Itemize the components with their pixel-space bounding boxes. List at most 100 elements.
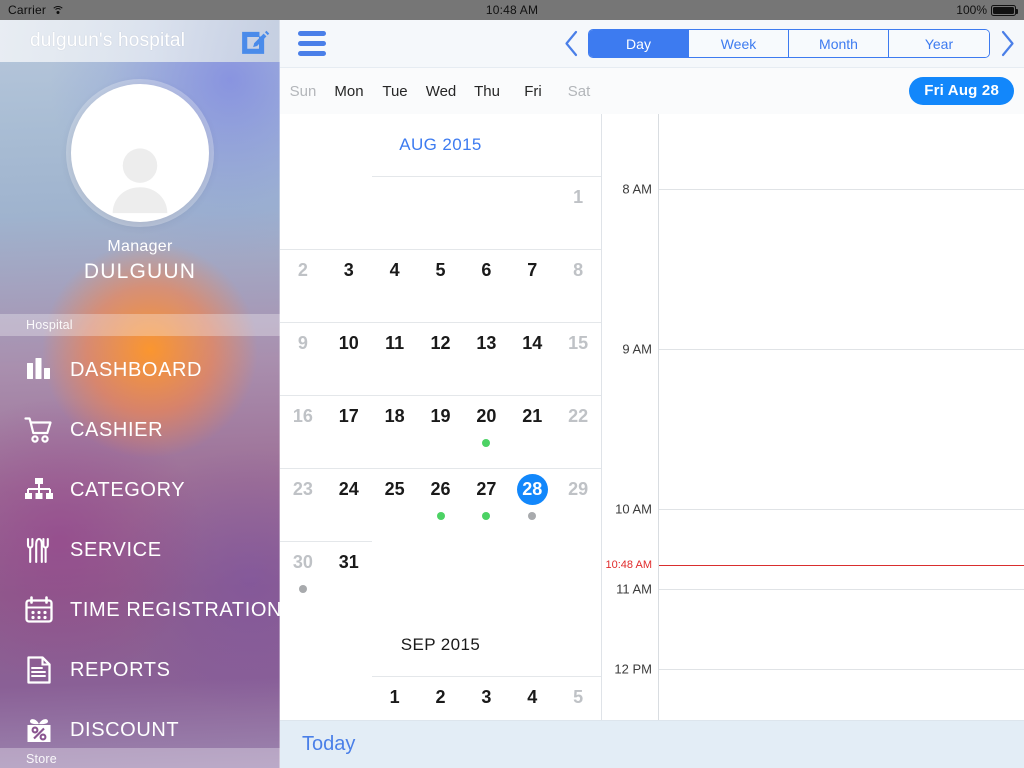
sidebar-item-cashier[interactable]: CASHIER	[0, 400, 280, 460]
current-time-label: 10:48 AM	[605, 559, 652, 571]
day-cell[interactable]: 14	[509, 323, 555, 395]
day-cell[interactable]: 2	[280, 250, 326, 322]
day-number: 20	[476, 406, 497, 426]
day-cell[interactable]: 21	[509, 396, 555, 468]
hamburger-menu-icon[interactable]	[290, 22, 334, 66]
compose-button[interactable]	[234, 20, 276, 62]
day-cell[interactable]: 17	[326, 396, 372, 468]
day-number: 15	[568, 333, 589, 353]
day-cell[interactable]: 1	[555, 176, 601, 249]
day-number: 6	[481, 260, 492, 280]
chevron-left-icon	[564, 30, 577, 57]
day-cell[interactable]: 16	[280, 396, 326, 468]
ipad-app-window: Carrier 10:48 AM 100% dulguun's hospital	[0, 0, 1024, 768]
calendar-footer: Today	[280, 720, 1024, 768]
day-number: 5	[573, 687, 584, 707]
day-cell[interactable]: 28	[509, 469, 555, 541]
day-cell[interactable]: 7	[509, 250, 555, 322]
day-cell-empty	[509, 176, 556, 249]
day-cell[interactable]: 15	[555, 323, 601, 395]
sidebar-item-label: CASHIER	[70, 418, 164, 441]
time-axis-column: 8 AM9 AM10 AM11 AM12 PM1 PM2 PM10:48 AM	[602, 114, 658, 740]
today-button[interactable]: Today	[280, 733, 355, 756]
day-number: 14	[522, 333, 543, 353]
day-cell-empty	[555, 541, 601, 614]
day-cell-empty	[463, 176, 510, 249]
day-number: 10	[338, 333, 359, 353]
dental-tools-icon	[22, 533, 56, 567]
month-label-sep: SEP 2015	[400, 635, 481, 654]
hour-gridline	[659, 589, 1024, 590]
day-cell[interactable]: 11	[372, 323, 418, 395]
day-cell[interactable]: 29	[555, 469, 601, 541]
status-badge[interactable]: Fri Aug 28	[909, 77, 1014, 105]
chevron-right-icon	[1001, 30, 1014, 57]
day-cell[interactable]: 27	[463, 469, 509, 541]
event-dot-green	[482, 512, 491, 520]
hour-label: 11 AM	[616, 581, 652, 597]
day-timeline-pane[interactable]: 8 AM9 AM10 AM11 AM12 PM1 PM2 PM10:48 AM	[602, 114, 1024, 740]
week-row: 30 31	[280, 541, 601, 614]
day-cell[interactable]: 23	[280, 469, 326, 541]
status-bar-left: Carrier	[0, 3, 280, 17]
avatar[interactable]	[71, 84, 209, 222]
day-cell[interactable]: 12	[418, 323, 464, 395]
next-period-button[interactable]	[990, 22, 1024, 66]
week-row: 1	[280, 176, 601, 249]
day-cell-empty	[371, 176, 418, 249]
day-cell[interactable]: 5	[418, 250, 464, 322]
tab-year[interactable]: Year	[889, 30, 989, 57]
day-cell-empty	[280, 176, 326, 249]
month-scroll-pane[interactable]: AUG 2015 1 2 3 4 5 6 7 8 9 10 11 12 13 14 15 16 17 18 19 20…	[280, 114, 602, 740]
day-of-week-header: Sun Mon Tue Wed Thu Fri Sat	[280, 68, 602, 114]
day-cell[interactable]: 22	[555, 396, 601, 468]
sidebar-item-service[interactable]: SERVICE	[0, 520, 280, 580]
day-cell[interactable]: 24	[326, 469, 372, 541]
day-cell[interactable]: 26	[418, 469, 464, 541]
sidebar-item-category[interactable]: CATEGORY	[0, 460, 280, 520]
day-cell[interactable]: 10	[326, 323, 372, 395]
day-cell[interactable]: 25	[372, 469, 418, 541]
sidebar-item-reports[interactable]: REPORTS	[0, 640, 280, 700]
day-cell[interactable]: 4	[372, 250, 418, 322]
dow-mon: Mon	[334, 82, 364, 100]
day-number: 23	[292, 479, 313, 499]
day-number: 2	[435, 687, 446, 707]
calendar-toolbar: Day Week Month Year	[280, 20, 1024, 68]
day-cell[interactable]: 8	[555, 250, 601, 322]
tab-week[interactable]: Week	[689, 30, 789, 57]
prev-period-button[interactable]	[554, 22, 588, 66]
day-cell[interactable]: 13	[463, 323, 509, 395]
day-cell[interactable]: 3	[326, 250, 372, 322]
day-cell-empty	[418, 541, 464, 614]
dow-tue: Tue	[382, 82, 408, 100]
hour-label: 9 AM	[622, 341, 652, 357]
day-cell[interactable]: 19	[418, 396, 464, 468]
day-number: 27	[476, 479, 497, 499]
day-cell[interactable]: 31	[325, 541, 372, 614]
day-number: 3	[343, 260, 354, 280]
status-bar-clock: 10:48 AM	[485, 3, 539, 17]
day-cell[interactable]: 6	[463, 250, 509, 322]
event-dot-gray	[528, 512, 537, 520]
event-dot-gray	[298, 585, 307, 593]
sidebar-item-label: TIME REGISTRATION	[70, 598, 280, 621]
day-cell[interactable]: 20	[463, 396, 509, 468]
day-number: 2	[297, 260, 308, 280]
compose-icon	[242, 30, 270, 54]
timeline-grid[interactable]	[658, 114, 1024, 740]
tab-month[interactable]: Month	[789, 30, 889, 57]
sidebar-divider	[279, 20, 280, 768]
hour-label: 10 AM	[615, 501, 652, 517]
status-bar-right: 100%	[744, 3, 1024, 17]
sidebar-item-time-registration[interactable]: TIME REGISTRATION	[0, 580, 280, 640]
current-time-indicator	[659, 565, 1024, 566]
day-cell-empty	[326, 176, 372, 249]
day-cell[interactable]: 9	[280, 323, 326, 395]
day-cell[interactable]: 18	[372, 396, 418, 468]
day-cell[interactable]: 30	[280, 541, 326, 614]
day-number: 30	[292, 552, 313, 572]
tab-day[interactable]: Day	[589, 30, 689, 57]
day-cell-empty	[463, 541, 509, 614]
sidebar-item-dashboard[interactable]: DASHBOARD	[0, 340, 280, 400]
